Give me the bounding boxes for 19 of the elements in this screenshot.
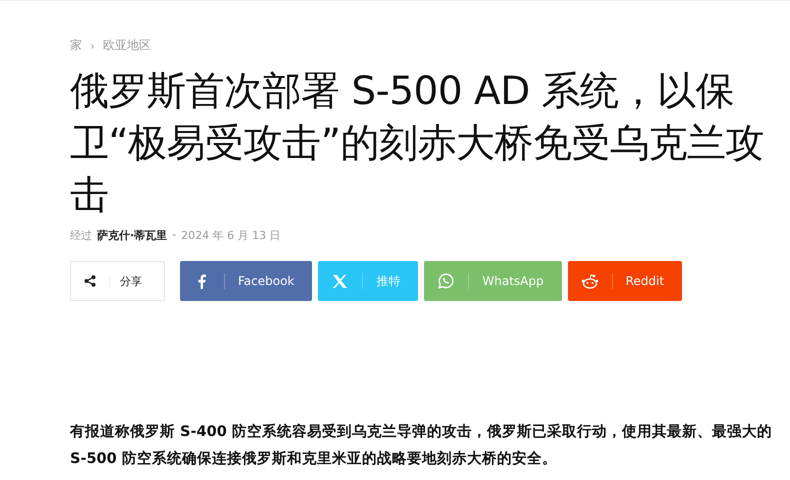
author-link[interactable]: 萨克什·蒂瓦里 <box>97 228 168 243</box>
facebook-icon <box>198 274 206 288</box>
share-icon <box>84 275 96 287</box>
publish-date: 2024 年 6 月 13 日 <box>181 228 281 243</box>
article-paragraph: 有报道称俄罗斯 S-400 防空系统容易受到乌克兰导弹的攻击，俄罗斯已采取行动，使用其最新、最强大的 S-500 防空系统确保连接俄罗斯和克里米亚的战略要地刻赤大桥的安全。 <box>70 422 773 469</box>
x-logo-icon <box>333 274 348 288</box>
share-button[interactable]: 推特 <box>318 261 418 301</box>
byline-prefix: 经过 <box>70 228 92 243</box>
share-button[interactable]: Reddit <box>568 261 682 301</box>
meta-separator: - <box>172 228 176 243</box>
reddit-icon <box>580 274 599 288</box>
share-button[interactable]: Facebook <box>180 261 312 301</box>
whatsapp-icon <box>438 273 454 289</box>
share-button[interactable]: 分享 <box>70 261 165 301</box>
share-button[interactable]: WhatsApp <box>424 261 562 301</box>
article-title: 俄罗斯首次部署 S-500 AD 系统，以保卫“极易受攻击”的刻赤大桥免受乌克兰攻击 <box>70 68 765 220</box>
breadcrumb-link[interactable]: 家 <box>70 37 82 54</box>
breadcrumb-separator: › <box>90 38 95 52</box>
breadcrumb-link[interactable]: 欧亚地区 <box>102 37 151 54</box>
